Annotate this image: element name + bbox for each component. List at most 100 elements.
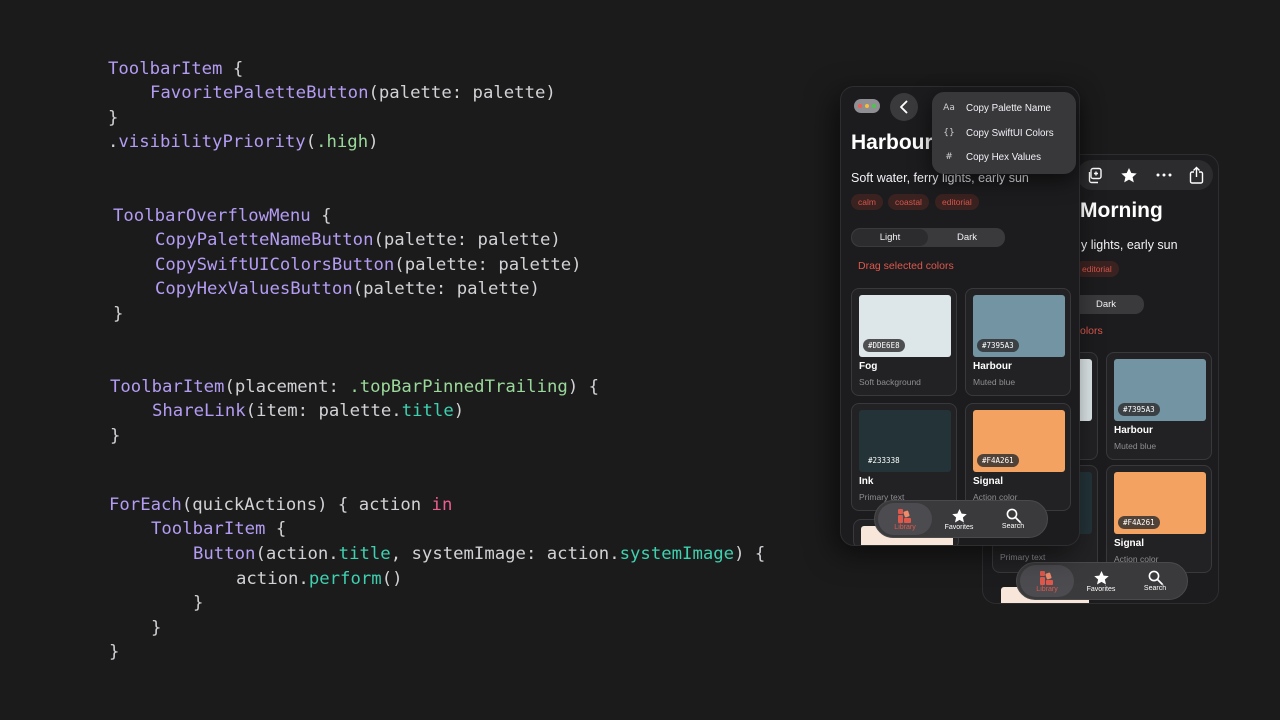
tab-search[interactable]: Search — [1128, 565, 1182, 597]
library-icon — [898, 508, 911, 523]
tag-calm[interactable]: calm — [851, 194, 883, 210]
tab-label: Favorites — [1086, 585, 1116, 593]
hex-badge: #DDE6E8 — [863, 339, 905, 352]
code-line: ToolbarItem { — [151, 517, 286, 541]
code-token: (palette: palette) — [352, 279, 540, 299]
star-icon[interactable] — [1120, 167, 1138, 184]
code-token: () — [381, 569, 403, 589]
tab-library[interactable]: Library — [1020, 565, 1074, 597]
code-line: ForEach(quickActions) { action in — [109, 493, 452, 517]
code-token: ) { — [567, 377, 600, 397]
code-line: } — [151, 616, 161, 640]
palette-subtitle: y lights, early sun — [1081, 238, 1178, 252]
code-line: action.perform() — [236, 567, 403, 591]
menu-item-label: Copy SwiftUI Colors — [966, 127, 1054, 139]
color-name: Fog — [859, 361, 878, 372]
tab-label: Search — [1143, 585, 1167, 592]
code-token: (palette: palette) — [373, 230, 561, 250]
code-token: title — [401, 401, 454, 421]
tab-label: Library — [894, 523, 916, 531]
code-token: .high — [316, 132, 369, 152]
tab-label: Favorites — [944, 523, 974, 531]
zoom-dot[interactable] — [872, 104, 876, 108]
color-name: Harbour — [1114, 425, 1153, 436]
menu-item-copy-swiftui-colors[interactable]: {} Copy SwiftUI Colors — [932, 121, 1076, 145]
menu-item-copy-palette-name[interactable]: Aa Copy Palette Name — [932, 96, 1076, 120]
code-token: action. — [236, 569, 309, 589]
code-token: (placement: — [224, 377, 350, 397]
color-card-signal[interactable]: #F4A261 Signal Action color — [1106, 465, 1212, 573]
code-token: CopySwiftUIColorsButton — [155, 255, 395, 275]
code-token: ShareLink — [152, 401, 246, 421]
search-icon — [1148, 570, 1163, 585]
window-controls[interactable] — [854, 99, 880, 113]
code-line: .visibilityPriority(.high) — [108, 130, 379, 154]
close-dot[interactable] — [858, 104, 862, 108]
tab-search[interactable]: Search — [986, 503, 1040, 535]
color-name: Signal — [1114, 538, 1145, 549]
page-title: Harbour — [851, 131, 933, 154]
hex-badge: #233338 — [868, 456, 900, 465]
color-card-harbour[interactable]: #7395A3 Harbour Muted blue — [1106, 352, 1212, 460]
code-token: . — [108, 132, 119, 152]
menu-item-label: Copy Palette Name — [966, 102, 1051, 114]
menu-item-copy-hex-values[interactable]: # Copy Hex Values — [932, 145, 1076, 169]
color-name: Ink — [859, 476, 874, 487]
code-token: } — [193, 593, 204, 613]
code-token: , systemImage: action. — [390, 544, 620, 564]
color-swatch: #7395A3 — [973, 295, 1065, 357]
code-token: CopyHexValuesButton — [155, 279, 353, 299]
color-name: Signal — [973, 476, 1004, 487]
duplicate-icon[interactable] — [1086, 167, 1103, 184]
code-token: ToolbarItem — [110, 377, 225, 397]
code-token: ToolbarOverflowMenu — [113, 206, 311, 226]
code-line: CopyPaletteNameButton(palette: palette) — [155, 228, 561, 252]
code-token: (palette: palette) — [394, 255, 582, 275]
more-icon[interactable] — [1156, 173, 1172, 177]
tab-favorites[interactable]: Favorites — [932, 503, 986, 535]
hex-badge: #7395A3 — [1118, 403, 1160, 416]
color-swatch: #7395A3 — [1114, 359, 1206, 421]
code-line: } — [113, 302, 123, 326]
code-token: ( — [305, 132, 317, 152]
tag-coastal[interactable]: coastal — [888, 194, 929, 210]
tab-label: Library — [1036, 585, 1058, 593]
color-desc: Soft background — [859, 377, 921, 387]
code-line: ToolbarItem(placement: .topBarPinnedTrai… — [110, 375, 599, 399]
code-token: { — [265, 519, 287, 539]
hash-icon: # — [945, 152, 953, 162]
tab-favorites[interactable]: Favorites — [1074, 565, 1128, 597]
code-token: { — [222, 59, 244, 79]
code-line: ToolbarOverflowMenu { — [113, 204, 332, 228]
minimize-dot[interactable] — [865, 104, 869, 108]
back-button[interactable] — [890, 93, 918, 121]
code-token: CopyPaletteNameButton — [155, 230, 374, 250]
color-card-signal[interactable]: #F4A261 Signal Action color — [965, 403, 1071, 511]
code-token: } — [151, 618, 162, 638]
tab-library[interactable]: Library — [878, 503, 932, 535]
color-card-harbour[interactable]: #7395A3 Harbour Muted blue — [965, 288, 1071, 396]
code-token: } — [108, 108, 119, 128]
segment-light[interactable]: Light — [852, 229, 928, 246]
tag-badge[interactable]: editorial — [1075, 261, 1119, 277]
hex-badge: #F4A261 — [977, 454, 1019, 467]
code-token: systemImage — [619, 544, 735, 564]
color-card-ink[interactable]: #233338 Ink Primary text — [851, 403, 957, 511]
code-token: ToolbarItem — [151, 519, 266, 539]
code-token: (palette: palette) — [368, 83, 556, 103]
tab-bar: Library Favorites Search — [874, 500, 1048, 538]
code-line: Button(action.title, systemImage: action… — [193, 542, 765, 566]
chevron-left-icon — [900, 100, 908, 114]
code-token: } — [110, 426, 121, 446]
color-swatch: #233338 — [859, 410, 951, 472]
color-desc: Muted blue — [973, 377, 1016, 387]
share-icon[interactable] — [1189, 166, 1204, 184]
tag-editorial[interactable]: editorial — [935, 194, 979, 210]
color-card-fog[interactable]: #DDE6E8 Fog Soft background — [851, 288, 957, 396]
search-icon — [1006, 508, 1021, 523]
code-token: ) — [368, 132, 379, 152]
segment-dark[interactable]: Dark — [929, 228, 1005, 247]
drag-selected-colors-label[interactable]: Drag selected colors — [858, 260, 954, 272]
star-icon — [1093, 570, 1109, 584]
code-line: } — [108, 106, 118, 130]
